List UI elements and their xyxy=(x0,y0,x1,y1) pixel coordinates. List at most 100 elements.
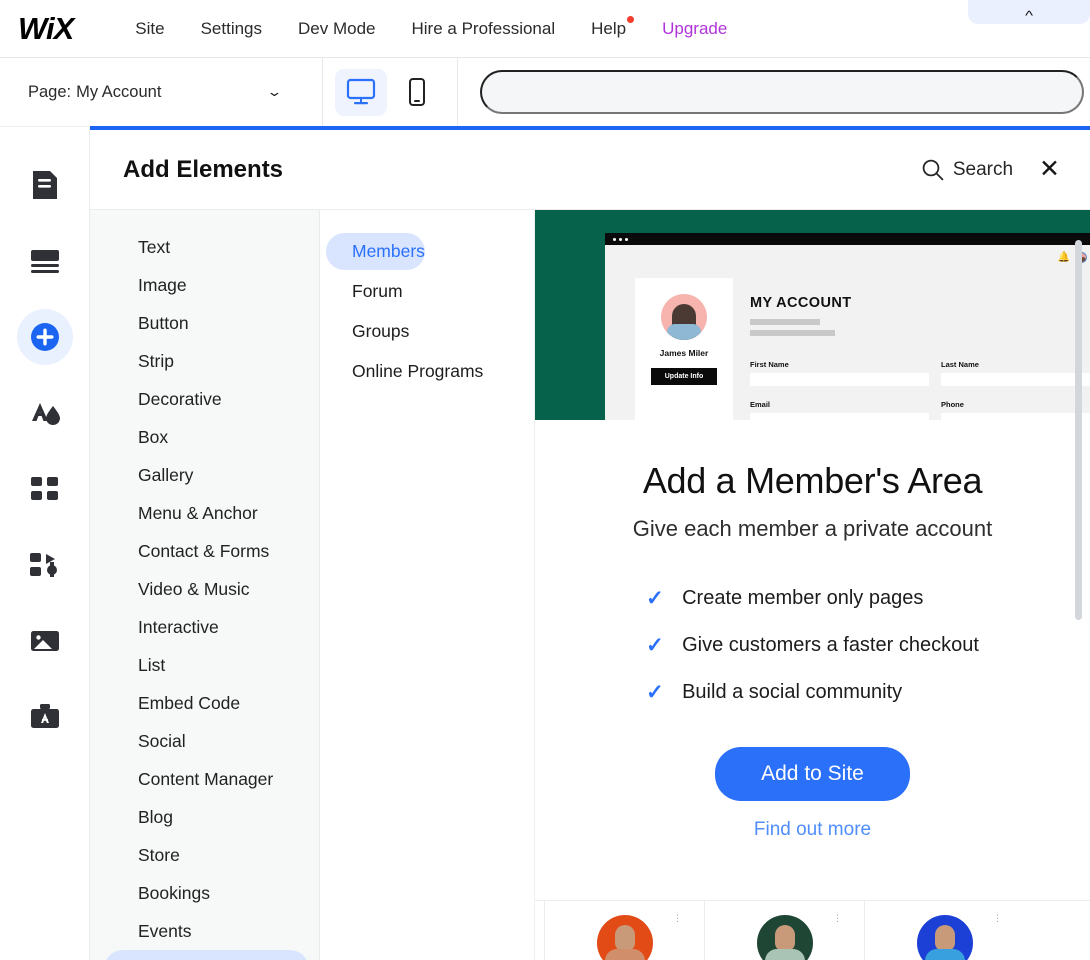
category-item-video-music[interactable]: Video & Music xyxy=(104,570,309,608)
panel-header: Add Elements Search ✕ xyxy=(90,130,1090,210)
window-dot-icon xyxy=(613,238,616,241)
member-card-more-icon[interactable]: ⋮ xyxy=(833,913,842,924)
mockup-placeholder-bar xyxy=(750,319,820,325)
panel-actions: Search ✕ xyxy=(921,157,1060,182)
page-selector-value: My Account xyxy=(76,83,161,102)
panel-search-button[interactable]: Search xyxy=(921,158,1013,181)
member-card[interactable]: ⋮Jacob Jones xyxy=(900,915,990,960)
category-item-strip[interactable]: Strip xyxy=(104,342,309,380)
topnav-item-hire-a-professional[interactable]: Hire a Professional xyxy=(394,19,574,39)
rail-item-theme-design[interactable] xyxy=(17,385,73,441)
plus-circle-icon xyxy=(28,320,62,354)
rail-item-add-elements[interactable] xyxy=(17,309,73,365)
mockup-field-input xyxy=(750,373,929,386)
avatar xyxy=(917,915,973,960)
topnav-item-dev-mode[interactable]: Dev Mode xyxy=(280,19,393,39)
rail-item-layout[interactable] xyxy=(17,233,73,289)
topnav-label: Dev Mode xyxy=(298,19,375,38)
category-item-events[interactable]: Events xyxy=(104,912,309,950)
avatar xyxy=(757,915,813,960)
desktop-view-button[interactable] xyxy=(335,69,387,116)
page-selector[interactable]: Page: My Account ⌄ xyxy=(0,58,323,126)
mockup-field-input xyxy=(941,373,1090,386)
mobile-view-button[interactable] xyxy=(391,69,443,116)
topnav-item-site[interactable]: Site xyxy=(117,19,182,39)
category-item-embed-code[interactable]: Embed Code xyxy=(104,684,309,722)
panel-top-accent-rule xyxy=(90,126,1090,130)
mockup-account-title: MY ACCOUNT xyxy=(750,295,1090,311)
find-out-more-link[interactable]: Find out more xyxy=(591,819,1034,841)
feature-list-item: ✓Create member only pages xyxy=(646,586,979,611)
mockup-field: Last Name xyxy=(941,360,1090,386)
category-item-label: Blog xyxy=(138,807,173,827)
topnav-label: Hire a Professional xyxy=(412,19,556,38)
rail-item-apps[interactable] xyxy=(17,461,73,517)
member-card-more-icon[interactable]: ⋮ xyxy=(993,913,1002,924)
mockup-member-name: James Miler xyxy=(660,348,709,358)
subcategory-item-members[interactable]: Members xyxy=(326,233,425,270)
detail-content: Add a Member's Area Give each member a p… xyxy=(535,420,1090,841)
category-item-menu-anchor[interactable]: Menu & Anchor xyxy=(104,494,309,532)
member-card-row: ⋮Guy Hawkins ⋮Jenny Wilson ⋮Jacob Jones xyxy=(580,915,990,960)
feature-list-item-label: Give customers a faster checkout xyxy=(682,634,979,657)
category-item-gallery[interactable]: Gallery xyxy=(104,456,309,494)
category-item-social[interactable]: Social xyxy=(104,722,309,760)
topbar-collapse-tab[interactable]: ^ xyxy=(968,0,1090,24)
member-card-divider xyxy=(704,901,705,960)
wix-logo[interactable]: WiX xyxy=(18,11,73,47)
member-card[interactable]: ⋮Jenny Wilson xyxy=(740,915,830,960)
rail-item-tools[interactable] xyxy=(17,689,73,745)
topnav-item-help[interactable]: Help xyxy=(573,19,644,39)
panel-body: TextImageButtonStrip Decorative Box Gallery… xyxy=(90,210,1090,960)
category-item-store[interactable]: Store xyxy=(104,836,309,874)
detail-scrollbar[interactable] xyxy=(1075,240,1082,620)
category-item-contact-forms[interactable]: Contact & Forms xyxy=(104,532,309,570)
subcategory-item-forum[interactable]: Forum xyxy=(326,273,403,310)
page-toolbar: Page: My Account ⌄ xyxy=(0,58,1090,127)
feature-list: ✓Create member only pages ✓ Give customers… xyxy=(646,586,979,727)
subcategory-item-online-programs[interactable]: Online Programs xyxy=(326,353,483,390)
window-dot-icon xyxy=(625,238,628,241)
top-nav: Site Settings Dev Mode Hire a Profession… xyxy=(117,19,745,39)
add-to-site-button[interactable]: Add to Site xyxy=(715,747,910,801)
member-card-more-icon[interactable]: ⋮ xyxy=(673,913,682,924)
rail-item-pages[interactable] xyxy=(17,157,73,213)
rail-item-my-business[interactable] xyxy=(17,537,73,593)
detail-heading: Add a Member's Area xyxy=(591,460,1034,502)
category-item-content-manager[interactable]: Content Manager xyxy=(104,760,309,798)
subcategory-item-groups[interactable]: Groups xyxy=(326,313,409,350)
category-item-image[interactable]: Image xyxy=(104,266,309,304)
category-item-decorative[interactable]: Decorative xyxy=(104,380,309,418)
rail-item-media[interactable] xyxy=(17,613,73,669)
member-card-divider xyxy=(864,901,865,960)
feature-list-item-label: Build a social community xyxy=(682,681,902,704)
check-icon: ✓ xyxy=(646,633,661,658)
category-item-bookings[interactable]: Bookings xyxy=(104,874,309,912)
member-card[interactable]: ⋮Guy Hawkins xyxy=(580,915,670,960)
topnav-item-settings[interactable]: Settings xyxy=(183,19,280,39)
close-icon[interactable]: ✕ xyxy=(1039,157,1060,182)
pages-icon xyxy=(32,170,58,200)
topnav-item-upgrade[interactable]: Upgrade xyxy=(644,19,745,39)
category-item-blog[interactable]: Blog xyxy=(104,798,309,836)
category-item-community[interactable]: Community xyxy=(104,950,309,960)
editor-search-input[interactable] xyxy=(480,70,1084,114)
category-list: TextImageButtonStrip Decorative Box Gallery… xyxy=(90,210,320,960)
category-item-label: Social xyxy=(138,731,186,751)
device-toggle xyxy=(323,58,458,126)
category-item-button[interactable]: Button xyxy=(104,304,309,342)
category-item-text[interactable]: Text xyxy=(104,228,309,266)
tools-case-icon xyxy=(31,704,59,730)
category-item-label: Gallery xyxy=(138,465,193,485)
category-item-box[interactable]: Box xyxy=(104,418,309,456)
topnav-label: Upgrade xyxy=(662,19,727,38)
category-item-interactive[interactable]: Interactive xyxy=(104,608,309,646)
category-item-label: Decorative xyxy=(138,389,222,409)
mockup-field-input xyxy=(941,413,1090,420)
category-item-list[interactable]: List xyxy=(104,646,309,684)
editor-search-wrap xyxy=(458,58,1090,126)
mockup-field-label: First Name xyxy=(750,360,929,369)
top-toolbar: WiX Site Settings Dev Mode Hire a Profes… xyxy=(0,0,1090,58)
category-item-label: Content Manager xyxy=(138,769,273,789)
category-item-label: Events xyxy=(138,921,192,941)
